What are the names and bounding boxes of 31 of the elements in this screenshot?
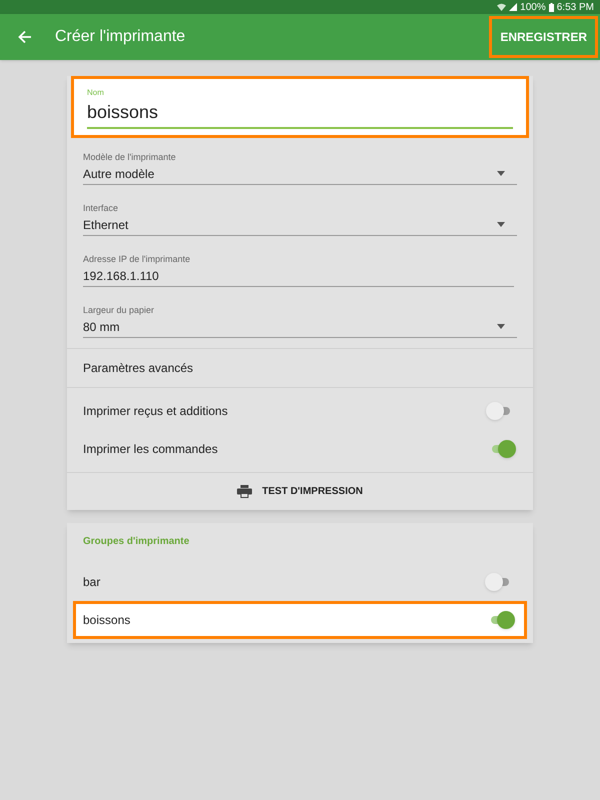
test-print-button[interactable]: TEST D'IMPRESSION [237, 484, 363, 499]
battery-icon [548, 2, 554, 12]
field-label: Modèle de l'imprimante [83, 151, 177, 163]
field-value: boissons [87, 101, 513, 129]
dropdown-field[interactable]: Ethernet [83, 214, 517, 236]
signal-icon [509, 3, 518, 11]
dropdown-field[interactable]: Autre modèle [83, 163, 517, 185]
input-field[interactable]: 192.168.1.110 [83, 265, 514, 287]
name-field[interactable]: Nom boissons [71, 76, 529, 138]
field-label: Largeur du papier [83, 304, 156, 316]
group-label: boissons [83, 612, 130, 629]
section-title: Groupes d'imprimante [82, 535, 190, 549]
dropdown-caret-icon [497, 171, 505, 176]
wifi-icon [497, 3, 506, 11]
option-label: Imprimer les commandes [83, 441, 218, 458]
field-label: Nom [87, 88, 105, 98]
advanced-settings-item[interactable]: Paramètres avancés [67, 348, 533, 387]
dropdown-caret-icon [497, 222, 505, 227]
option-label: Imprimer reçus et additions [83, 403, 228, 420]
printer-icon [237, 485, 252, 498]
dropdown-caret-icon [497, 324, 505, 329]
group-row[interactable]: bar [73, 563, 527, 601]
group-label: bar [83, 574, 100, 591]
group-row[interactable]: boissons [73, 601, 527, 639]
screen-title: Créer l'imprimante [55, 27, 186, 47]
dropdown-field[interactable]: 80 mm [83, 316, 517, 338]
battery-level: 100% [520, 0, 546, 14]
field-label: Adresse IP de l'imprimante [83, 253, 192, 265]
field-label: Interface [83, 202, 120, 214]
back-arrow-icon[interactable] [18, 30, 32, 44]
clock: 6:53 PM [556, 0, 594, 14]
